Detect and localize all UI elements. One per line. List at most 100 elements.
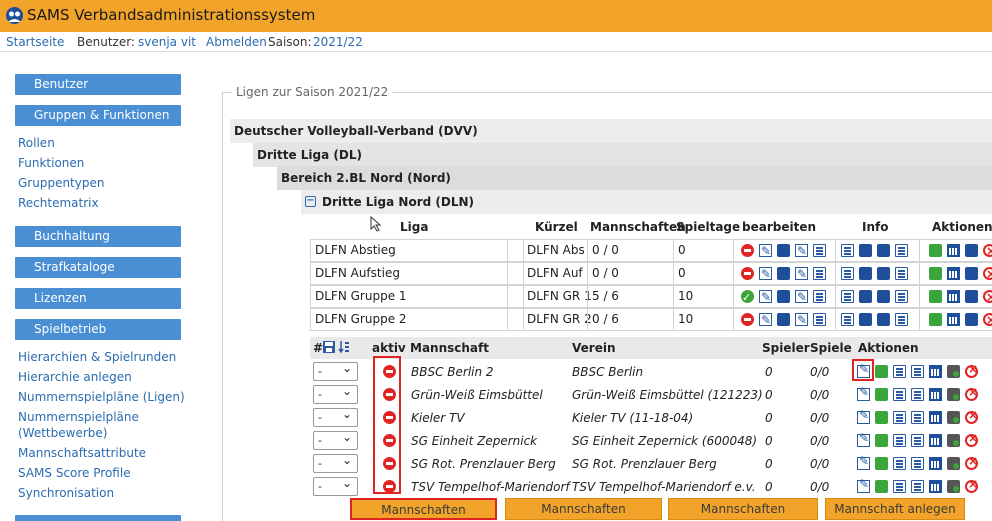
team-calendar-icon[interactable]	[929, 434, 942, 447]
edit-schedule-icon[interactable]	[795, 264, 808, 285]
team-players-icon[interactable]	[875, 480, 888, 493]
team-edit-icon[interactable]	[857, 454, 870, 470]
team-name[interactable]: SG Rot. Prenzlauer Berg	[411, 457, 556, 471]
filter-icon[interactable]	[813, 267, 826, 280]
calendar-icon[interactable]	[947, 290, 960, 303]
team-order-select[interactable]: -	[313, 406, 358, 427]
hierarchy-dln[interactable]: − Dritte Liga Nord (DLN)	[301, 190, 992, 214]
team-players-icon[interactable]	[875, 434, 888, 447]
team-delete-icon[interactable]	[965, 408, 978, 424]
home-link[interactable]: Startseite	[6, 35, 64, 49]
edit-icon[interactable]	[759, 241, 772, 262]
download-icon[interactable]	[965, 290, 978, 303]
edit-schedule-icon[interactable]	[795, 241, 808, 262]
sidebar-link-functions[interactable]: Funktionen	[18, 156, 84, 170]
team-list-icon[interactable]	[893, 480, 906, 493]
calendar-icon[interactable]	[947, 313, 960, 326]
add-icon[interactable]	[929, 290, 942, 303]
sidebar-btn-games[interactable]: Spielbetrieb	[15, 319, 181, 340]
calendar-icon[interactable]	[947, 244, 960, 257]
details-icon[interactable]	[859, 267, 872, 280]
team-order-select[interactable]: -	[313, 452, 358, 473]
team-name[interactable]: TSV Tempelhof-Mariendorf	[411, 480, 570, 494]
filter-icon[interactable]	[813, 290, 826, 303]
league-name[interactable]: DLFN Abstieg	[315, 240, 396, 261]
documents-icon[interactable]	[777, 267, 790, 280]
team-order-select[interactable]: -	[313, 383, 358, 404]
team-order-select[interactable]: -	[313, 360, 358, 381]
sidebar-link-roles[interactable]: Rollen	[18, 136, 55, 150]
team-tools-icon[interactable]	[947, 480, 960, 493]
team-name[interactable]: Grün-Weiß Eimsbüttel	[411, 388, 543, 402]
sidebar-link-hierarchies[interactable]: Hierarchien & Spielrunden	[18, 350, 176, 364]
hierarchy-nord[interactable]: Bereich 2.BL Nord (Nord)	[277, 166, 992, 190]
move-teams-button[interactable]: Mannschaften verschieben	[668, 498, 818, 520]
edit-schedule-icon[interactable]	[795, 310, 808, 331]
team-name[interactable]: SG Einheit Zepernick	[411, 434, 537, 448]
team-players-icon[interactable]	[875, 411, 888, 424]
league-name[interactable]: DLFN Aufstieg	[315, 263, 400, 284]
filter-icon[interactable]	[813, 244, 826, 257]
logout-link[interactable]: Abmelden	[206, 35, 267, 49]
team-delete-icon[interactable]	[965, 385, 978, 401]
team-table-icon[interactable]	[911, 480, 924, 493]
team-players-icon[interactable]	[875, 365, 888, 378]
sort-icon[interactable]	[338, 340, 350, 354]
team-name[interactable]: Kieler TV	[411, 411, 465, 425]
documents-icon[interactable]	[777, 313, 790, 326]
play-icon[interactable]	[841, 244, 854, 257]
users-icon[interactable]	[877, 290, 890, 303]
team-tools-icon[interactable]	[947, 365, 960, 378]
team-calendar-icon[interactable]	[929, 388, 942, 401]
deactivate-teams-button[interactable]: Mannschaften deaktivieren	[505, 498, 662, 520]
details-icon[interactable]	[859, 290, 872, 303]
edit-icon[interactable]	[759, 310, 772, 331]
team-order-select[interactable]: -	[313, 475, 358, 496]
sidebar-btn-groups[interactable]: Gruppen & Funktionen	[15, 105, 181, 126]
edit-icon[interactable]	[759, 264, 772, 285]
team-order-select[interactable]: -	[313, 429, 358, 450]
user-name-link[interactable]: svenja vit	[138, 35, 196, 49]
sidebar-btn-more[interactable]	[15, 515, 181, 521]
play-icon[interactable]	[841, 290, 854, 303]
team-delete-icon[interactable]	[965, 454, 978, 470]
league-inactive-icon[interactable]	[741, 267, 754, 280]
delete-icon[interactable]	[983, 241, 992, 262]
team-tools-icon[interactable]	[947, 411, 960, 424]
users-icon[interactable]	[877, 313, 890, 326]
team-list-icon[interactable]	[893, 434, 906, 447]
delete-icon[interactable]	[983, 310, 992, 331]
team-delete-icon[interactable]	[965, 431, 978, 447]
create-team-button[interactable]: Mannschaft anlegen	[825, 498, 965, 520]
team-table-icon[interactable]	[911, 388, 924, 401]
sidebar-link-schedules-competitions-2[interactable]: (Wettbewerbe)	[18, 426, 107, 440]
list-icon[interactable]	[895, 244, 908, 257]
filter-icon[interactable]	[813, 313, 826, 326]
documents-icon[interactable]	[777, 244, 790, 257]
team-tools-icon[interactable]	[947, 457, 960, 470]
documents-icon[interactable]	[777, 290, 790, 303]
sidebar-link-score-profile[interactable]: SAMS Score Profile	[18, 466, 131, 480]
list-icon[interactable]	[895, 290, 908, 303]
team-name[interactable]: BBSC Berlin 2	[411, 365, 494, 379]
users-icon[interactable]	[877, 267, 890, 280]
team-table-icon[interactable]	[911, 411, 924, 424]
team-edit-icon[interactable]	[857, 385, 870, 401]
team-table-icon[interactable]	[911, 434, 924, 447]
team-list-icon[interactable]	[893, 388, 906, 401]
sidebar-btn-licenses[interactable]: Lizenzen	[15, 288, 181, 309]
add-icon[interactable]	[929, 267, 942, 280]
list-icon[interactable]	[895, 313, 908, 326]
team-delete-icon[interactable]	[965, 477, 978, 493]
league-name[interactable]: DLFN Gruppe 2	[315, 309, 407, 330]
team-tools-icon[interactable]	[947, 434, 960, 447]
edit-icon[interactable]	[759, 287, 772, 308]
download-icon[interactable]	[965, 267, 978, 280]
team-table-icon[interactable]	[911, 457, 924, 470]
sidebar-link-sync[interactable]: Synchronisation	[18, 486, 114, 500]
download-icon[interactable]	[965, 313, 978, 326]
team-edit-icon[interactable]	[857, 477, 870, 493]
edit-schedule-icon[interactable]	[795, 287, 808, 308]
sidebar-btn-penalties[interactable]: Strafkataloge	[15, 257, 181, 278]
details-icon[interactable]	[859, 244, 872, 257]
